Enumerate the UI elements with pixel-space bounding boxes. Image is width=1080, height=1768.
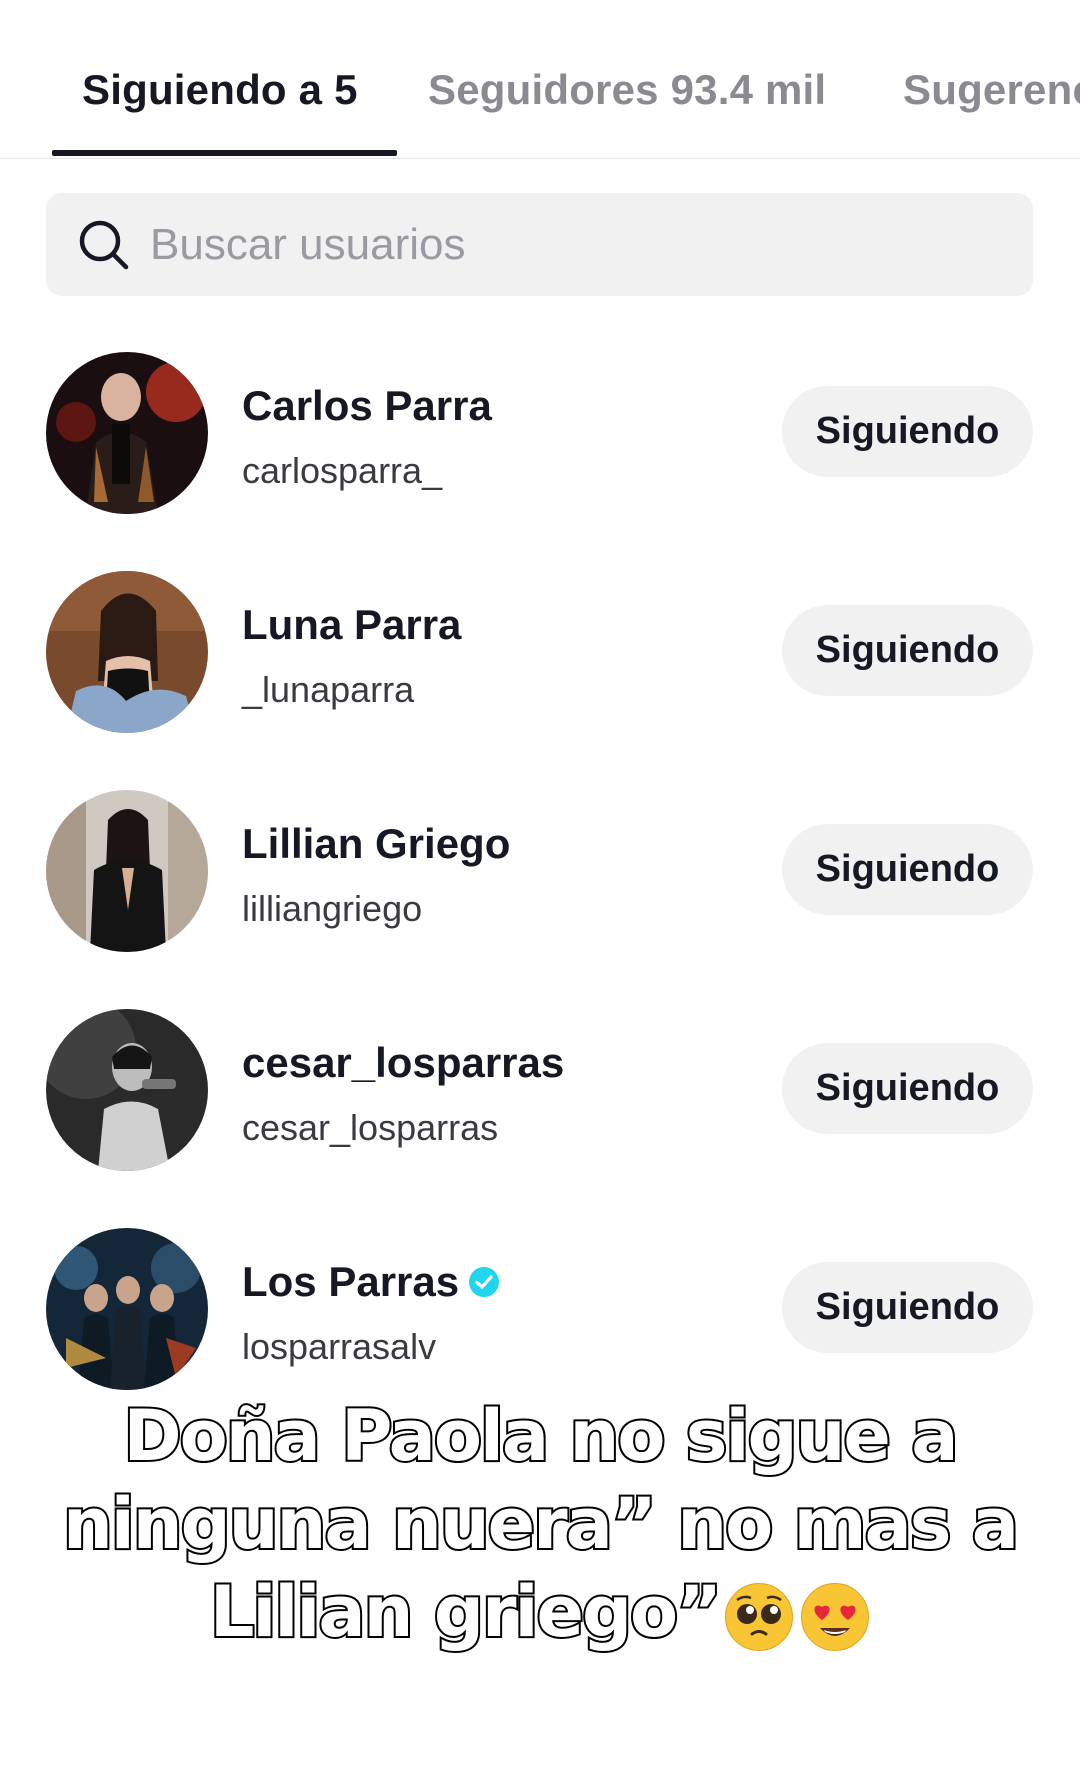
caption-line: ninguna nuera” no mas a <box>61 1481 1021 1567</box>
user-handle: carlosparra_ <box>242 450 443 491</box>
user-name: Los Parras <box>242 1258 500 1306</box>
following-button[interactable]: Siguiendo <box>782 824 1033 915</box>
user-name: Carlos Parra <box>242 382 492 429</box>
tab-suggestions[interactable]: Sugerencias <box>903 66 1080 114</box>
search-input[interactable] <box>150 193 1000 296</box>
caption-line: Doña Paola no sigue a <box>122 1393 961 1479</box>
following-button[interactable]: Siguiendo <box>782 1043 1033 1134</box>
following-button[interactable]: Siguiendo <box>782 386 1033 477</box>
search-bar[interactable] <box>46 193 1033 296</box>
user-handle: losparrasalv <box>242 1326 437 1367</box>
following-button[interactable]: Siguiendo <box>782 1262 1033 1353</box>
avatar[interactable] <box>46 571 208 733</box>
avatar[interactable] <box>46 352 208 514</box>
user-handle: cesar_losparras <box>242 1107 499 1148</box>
pleading-face-emoji-icon <box>725 1582 794 1651</box>
following-button[interactable]: Siguiendo <box>782 605 1033 696</box>
caption-overlay: Doña Paola no sigue a ninguna nuera” no … <box>40 1392 1040 1656</box>
tab-followers[interactable]: Seguidores 93.4 mil <box>428 66 826 114</box>
user-handle: lilliangriego <box>242 888 423 929</box>
list-item[interactable]: cesar_losparras cesar_losparras Siguiend… <box>0 1009 1080 1179</box>
avatar[interactable] <box>46 1228 208 1390</box>
heart-eyes-emoji-icon <box>801 1582 870 1651</box>
user-name: cesar_losparras <box>242 1039 565 1086</box>
active-tab-indicator <box>52 150 397 156</box>
avatar[interactable] <box>46 790 208 952</box>
user-handle: _lunaparra <box>242 669 415 710</box>
search-icon <box>79 220 129 270</box>
user-name: Luna Parra <box>242 601 462 648</box>
user-name: Lillian Griego <box>242 820 511 867</box>
avatar[interactable] <box>46 1009 208 1171</box>
tab-following[interactable]: Siguiendo a 5 <box>82 66 358 114</box>
list-item[interactable]: Los Parras losparrasalv Siguiendo <box>0 1228 1080 1398</box>
tab-bar: Siguiendo a 5 Seguidores 93.4 mil Sugere… <box>0 0 1080 159</box>
list-item[interactable]: Luna Parra _lunaparra Siguiendo <box>0 571 1080 741</box>
verified-badge-icon <box>469 1267 500 1297</box>
list-item[interactable]: Lillian Griego lilliangriego Siguiendo <box>0 790 1080 960</box>
caption-line: Lilian griego” <box>40 1568 1040 1656</box>
list-item[interactable]: Carlos Parra carlosparra_ Siguiendo <box>0 352 1080 522</box>
